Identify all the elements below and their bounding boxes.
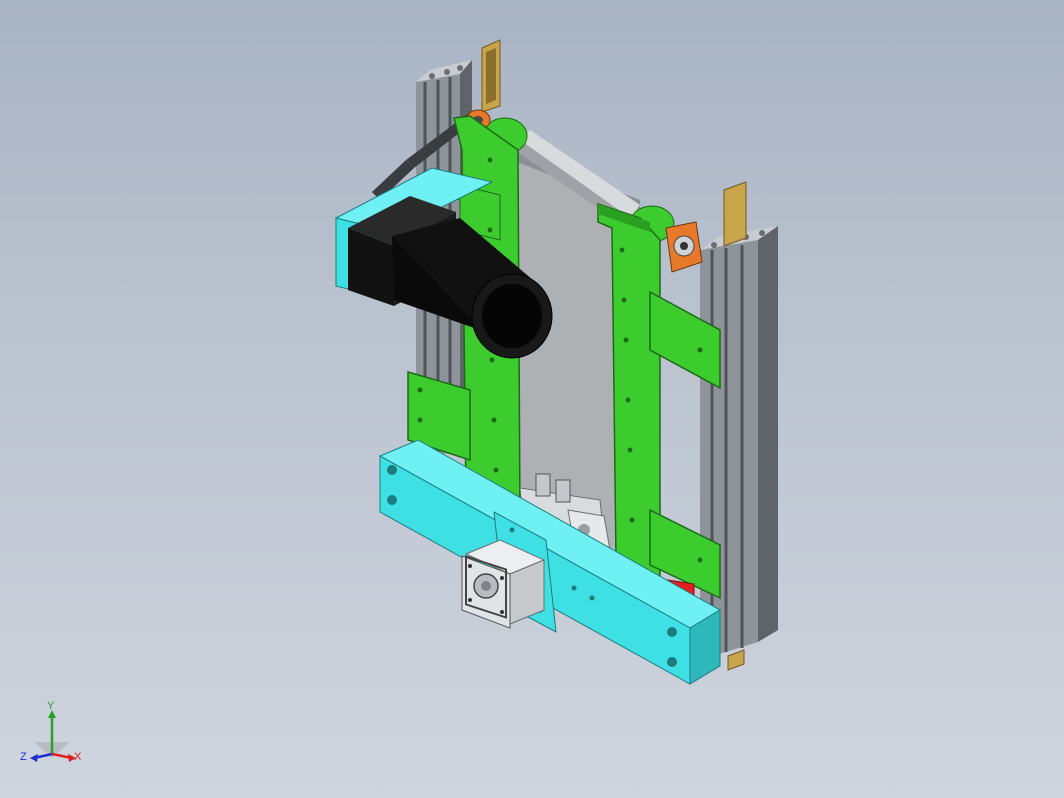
z-axis-label: Z (20, 751, 27, 763)
left-brass-strip (481, 39, 501, 113)
assembly-model[interactable] (0, 0, 1064, 798)
orientation-triad[interactable]: Y X Z (18, 700, 88, 775)
cad-viewport[interactable]: Y X Z (0, 0, 1064, 798)
right-bearing-block (665, 221, 703, 273)
y-axis-label: Y (47, 700, 55, 712)
x-axis-label: X (74, 751, 82, 763)
z-axis-arrowhead (30, 754, 38, 762)
